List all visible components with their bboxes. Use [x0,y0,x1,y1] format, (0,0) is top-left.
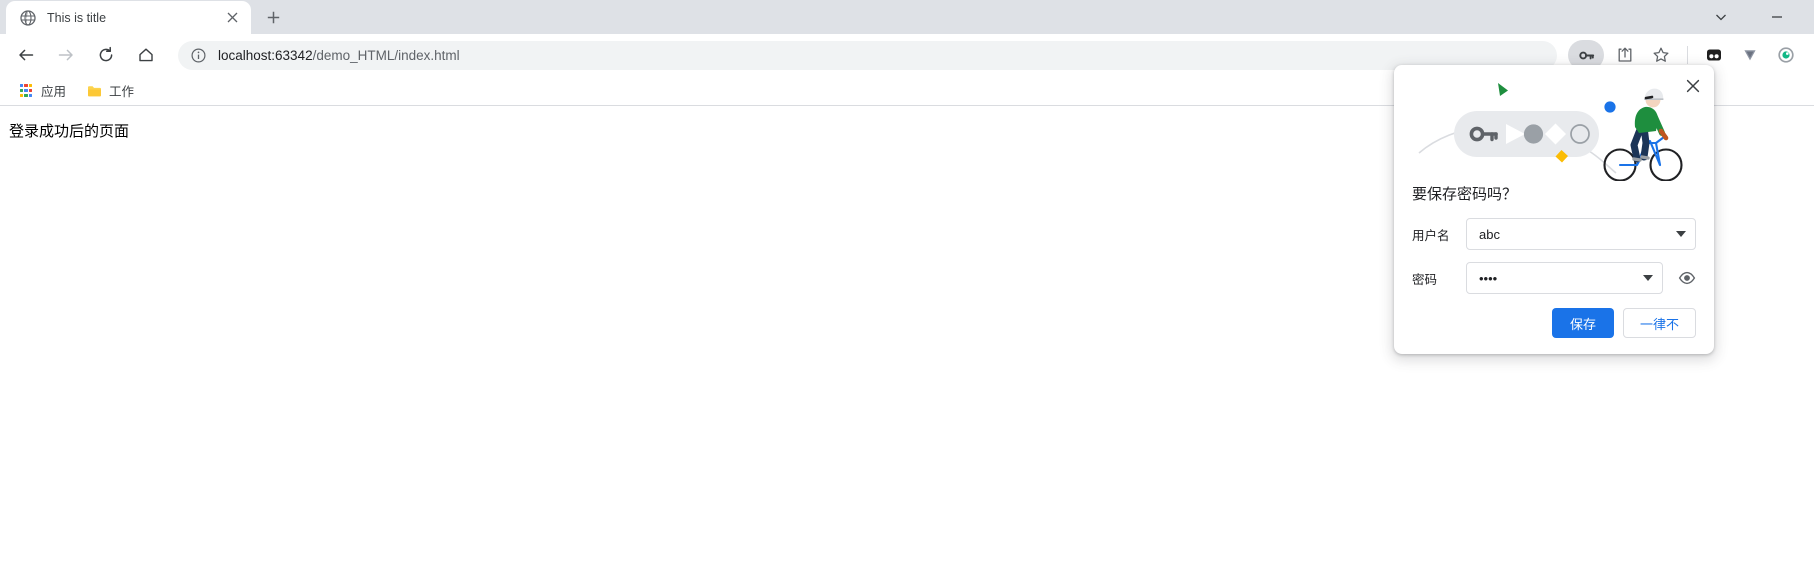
password-value: •••• [1479,270,1498,286]
username-value: abc [1479,226,1500,242]
bookmark-apps[interactable]: 应用 [10,78,74,103]
username-label: 用户名 [1412,228,1450,243]
reload-button[interactable] [91,40,121,70]
new-tab-button[interactable] [259,3,287,31]
password-field[interactable]: •••• [1466,262,1663,294]
tab-close-icon[interactable] [223,9,241,27]
bookmark-apps-label: 应用 [41,85,67,99]
globe-icon [20,9,36,26]
bubble-body: 要保存密码吗？ 用户名 abc 密码 •••• 保存 一律不 [1394,181,1714,354]
password-bike-illustration [1394,65,1714,182]
url-host: localhost:63342 [218,47,313,63]
username-row: 用户名 abc [1412,218,1696,250]
chevron-down-icon[interactable] [1643,275,1653,281]
password-row: 密码 •••• [1412,262,1696,294]
browser-tab[interactable]: This is title [6,1,251,34]
bookmark-work-label: 工作 [109,85,135,99]
save-button[interactable]: 保存 [1551,308,1614,338]
bubble-title: 要保存密码吗？ [1412,186,1518,203]
address-bar-url: localhost:63342/demo_HTML/index.html [218,48,460,63]
bookmark-work[interactable]: 工作 [78,78,142,103]
back-button[interactable] [11,40,41,70]
bubble-actions: 保存 一律不 [1412,308,1696,338]
minimize-icon[interactable] [1766,6,1788,28]
chevron-down-icon[interactable] [1676,231,1686,237]
eye-icon[interactable] [1673,264,1701,292]
url-path: /demo_HTML/index.html [312,47,460,63]
tab-title: This is title [47,10,107,25]
chevron-down-icon[interactable] [1710,6,1732,28]
home-button[interactable] [131,40,161,70]
folder-icon [86,83,102,99]
tab-strip: This is title [0,0,1814,34]
password-label: 密码 [1412,272,1438,287]
save-password-bubble: 要保存密码吗？ 用户名 abc 密码 •••• 保存 一律不 [1394,65,1714,354]
info-circle-icon[interactable] [190,47,206,63]
username-field[interactable]: abc [1466,218,1696,250]
never-button[interactable]: 一律不 [1622,308,1696,338]
window-controls [1710,0,1814,34]
extension-v-icon[interactable] [1735,40,1765,70]
extension-circle-icon[interactable] [1771,40,1801,70]
apps-grid-icon [18,83,34,99]
address-bar[interactable]: localhost:63342/demo_HTML/index.html [178,40,1557,70]
toolbar-divider [1687,46,1688,64]
forward-button[interactable] [51,40,81,70]
